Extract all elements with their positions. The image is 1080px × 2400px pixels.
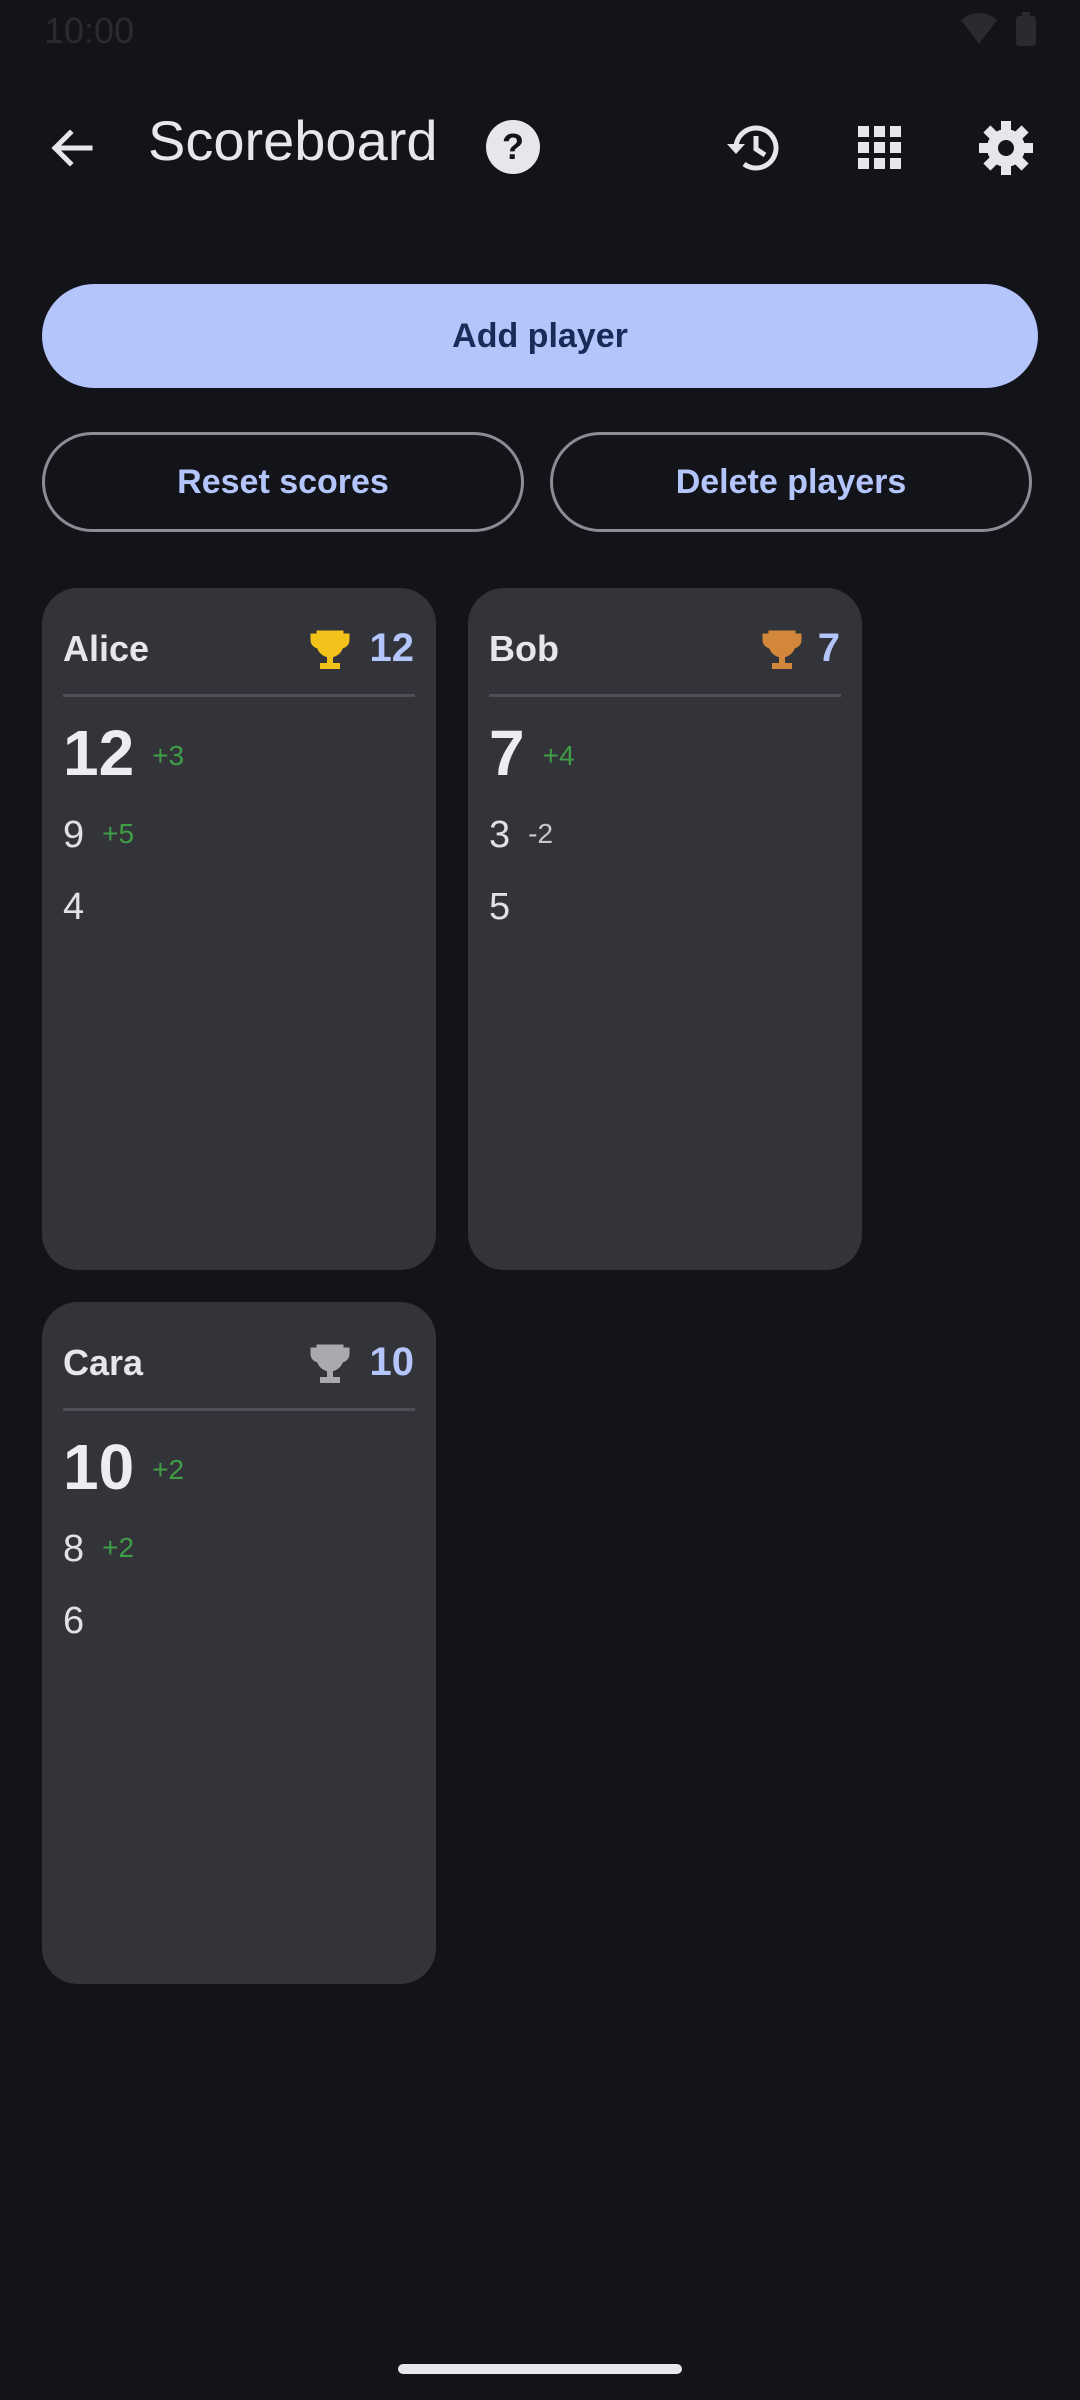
home-indicator[interactable] (398, 2364, 682, 2374)
battery-icon (1016, 12, 1036, 46)
player-total: 12 (369, 626, 415, 670)
player-name: Alice (63, 628, 150, 669)
history-value: 4 (63, 886, 85, 928)
trophy-icon (310, 1344, 350, 1383)
app-bar: Scoreboard ? (0, 90, 1080, 200)
trophy-icon (310, 630, 350, 669)
reset-scores-label: Reset scores (177, 462, 389, 501)
arrow-left-icon (51, 129, 93, 167)
current-score: 10 +2 (63, 1430, 184, 1504)
trophy-icon (762, 630, 802, 669)
status-icons (960, 12, 1036, 46)
current-score-value: 10 (63, 1431, 135, 1503)
player-total: 10 (369, 1340, 415, 1384)
divider (489, 694, 841, 697)
divider (63, 1408, 415, 1411)
current-score-delta: +4 (542, 740, 575, 771)
player-card-alice[interactable]: Alice 12 12 +3 9 +5 4 (42, 588, 436, 1270)
history-row: 5 (489, 886, 510, 929)
history-delta: -2 (528, 818, 554, 849)
page-title: Scoreboard (148, 109, 438, 172)
current-score-delta: +2 (152, 1454, 185, 1485)
history-row: 9 +5 (63, 814, 134, 857)
add-player-label: Add player (452, 316, 628, 355)
help-button[interactable]: ? (484, 118, 542, 176)
history-value: 3 (489, 814, 511, 856)
history-button[interactable] (718, 112, 790, 184)
history-value: 6 (63, 1600, 85, 1642)
wifi-icon (961, 13, 997, 44)
history-icon (727, 125, 779, 171)
player-total: 7 (817, 626, 840, 670)
current-score: 12 +3 (63, 716, 184, 790)
player-name: Bob (489, 628, 559, 669)
history-value: 5 (489, 886, 511, 928)
grid-icon (858, 126, 901, 169)
history-value: 9 (63, 814, 85, 856)
back-button[interactable] (36, 112, 108, 184)
add-player-button[interactable]: Add player (42, 284, 1038, 388)
delete-players-button[interactable]: Delete players (550, 432, 1032, 532)
history-row: 8 +2 (63, 1528, 134, 1571)
status-bar: 10:00 (0, 0, 1080, 60)
delete-players-label: Delete players (675, 462, 907, 501)
history-row: 6 (63, 1600, 84, 1643)
status-time: 10:00 (44, 10, 135, 51)
current-score: 7 +4 (489, 716, 575, 790)
divider (63, 694, 415, 697)
grid-button[interactable] (844, 112, 916, 184)
history-row: 3 -2 (489, 814, 553, 857)
player-card-bob[interactable]: Bob 7 7 +4 3 -2 5 (468, 588, 862, 1270)
reset-scores-button[interactable]: Reset scores (42, 432, 524, 532)
history-delta: +5 (102, 818, 135, 849)
settings-button[interactable] (970, 112, 1042, 184)
current-score-value: 12 (63, 717, 135, 789)
history-value: 8 (63, 1528, 85, 1570)
svg-text:?: ? (502, 126, 524, 167)
player-card-cara[interactable]: Cara 10 10 +2 8 +2 6 (42, 1302, 436, 1984)
current-score-value: 7 (489, 717, 525, 789)
history-row: 4 (63, 886, 84, 929)
gear-icon (979, 121, 1033, 175)
help-circle-icon: ? (486, 120, 540, 174)
current-score-delta: +3 (152, 740, 185, 771)
history-delta: +2 (102, 1532, 135, 1563)
player-name: Cara (63, 1342, 144, 1383)
